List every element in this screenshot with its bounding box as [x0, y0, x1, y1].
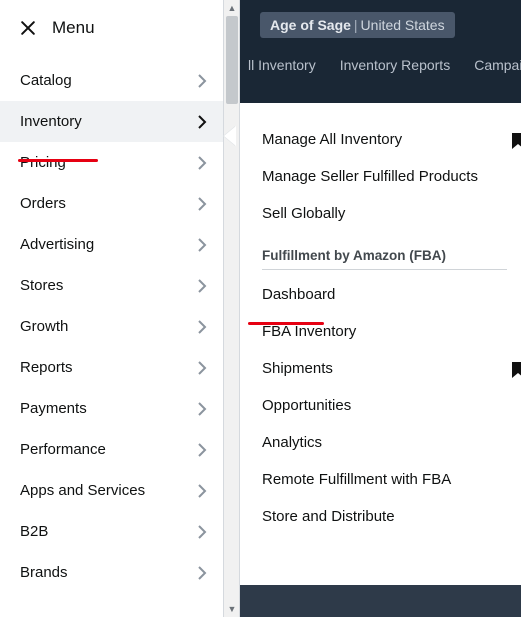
nav-item-label: Catalog: [20, 72, 72, 89]
nav-item-stores[interactable]: Stores: [0, 265, 223, 306]
header-tab[interactable]: ll Inventory: [248, 57, 316, 73]
submenu-item-remote-fulfillment[interactable]: Remote Fulfillment with FBA: [248, 461, 521, 498]
submenu-item-dashboard[interactable]: Dashboard: [248, 276, 521, 313]
submenu-item-label: Store and Distribute: [262, 508, 395, 525]
submenu-item-analytics[interactable]: Analytics: [248, 424, 521, 461]
annotation-underline: [18, 159, 98, 162]
submenu-item-manage-seller-fulfilled[interactable]: Manage Seller Fulfilled Products: [248, 158, 521, 195]
nav-item-label: B2B: [20, 523, 48, 540]
nav-item-label: Inventory: [20, 113, 82, 130]
header-tab[interactable]: Inventory Reports: [340, 57, 451, 73]
inventory-submenu: Manage All Inventory Manage Seller Fulfi…: [240, 103, 521, 583]
submenu-item-label: FBA Inventory: [262, 323, 356, 340]
nav-item-label: Growth: [20, 318, 68, 335]
nav-item-inventory[interactable]: Inventory: [0, 101, 223, 142]
left-scrollbar[interactable]: ▲ ▼: [224, 0, 240, 617]
submenu-item-fba-inventory[interactable]: FBA Inventory: [248, 313, 521, 350]
scroll-down-icon[interactable]: ▼: [224, 601, 240, 617]
menu-title: Menu: [52, 18, 95, 38]
nav-item-brands[interactable]: Brands: [0, 552, 223, 593]
chevron-right-icon: [197, 443, 207, 457]
main-menu-panel: Menu Catalog Inventory Pricing Orders Ad…: [0, 0, 224, 617]
submenu-item-label: Sell Globally: [262, 205, 345, 222]
chevron-right-icon: [197, 402, 207, 416]
submenu-item-opportunities[interactable]: Opportunities: [248, 387, 521, 424]
nav-item-reports[interactable]: Reports: [0, 347, 223, 388]
nav-item-label: Pricing: [20, 154, 66, 171]
nav-item-payments[interactable]: Payments: [0, 388, 223, 429]
bookmark-icon[interactable]: [511, 362, 521, 378]
submenu-item-label: Dashboard: [262, 286, 335, 303]
header-tab[interactable]: Campaign M: [474, 57, 521, 73]
close-icon[interactable]: [18, 18, 38, 38]
scroll-thumb[interactable]: [226, 16, 238, 104]
divider: [262, 269, 507, 270]
nav-item-label: Brands: [20, 564, 68, 581]
chevron-right-icon: [197, 197, 207, 211]
nav-item-label: Reports: [20, 359, 73, 376]
nav-item-label: Advertising: [20, 236, 94, 253]
nav-item-pricing[interactable]: Pricing: [0, 142, 223, 183]
submenu-item-sell-globally[interactable]: Sell Globally: [248, 195, 521, 232]
chevron-right-icon: [197, 361, 207, 375]
nav-item-label: Apps and Services: [20, 482, 145, 499]
main-nav: Catalog Inventory Pricing Orders Adverti…: [0, 54, 223, 593]
annotation-underline: [248, 322, 324, 325]
submenu-item-shipments[interactable]: Shipments: [248, 350, 521, 387]
chevron-right-icon: [197, 115, 207, 129]
nav-item-performance[interactable]: Performance: [0, 429, 223, 470]
footer-bar: [240, 585, 521, 617]
nav-item-apps-and-services[interactable]: Apps and Services: [0, 470, 223, 511]
submenu-item-label: Opportunities: [262, 397, 351, 414]
chevron-right-icon: [197, 484, 207, 498]
chevron-right-icon: [197, 320, 207, 334]
submenu-item-store-and-distribute[interactable]: Store and Distribute: [248, 498, 521, 535]
submenu-section-header: Fulfillment by Amazon (FBA): [248, 232, 521, 269]
nav-item-orders[interactable]: Orders: [0, 183, 223, 224]
submenu-item-label: Manage All Inventory: [262, 131, 402, 148]
submenu-item-label: Remote Fulfillment with FBA: [262, 471, 451, 488]
submenu-item-label: Manage Seller Fulfilled Products: [262, 168, 478, 185]
chevron-right-icon: [197, 279, 207, 293]
chevron-right-icon: [197, 74, 207, 88]
flyout-notch-icon: [224, 126, 236, 146]
nav-item-label: Stores: [20, 277, 63, 294]
header-tabs: ll Inventory Inventory Reports Campaign …: [240, 57, 521, 73]
chevron-right-icon: [197, 525, 207, 539]
chevron-right-icon: [197, 156, 207, 170]
scroll-up-icon[interactable]: ▲: [224, 0, 240, 16]
nav-item-growth[interactable]: Growth: [0, 306, 223, 347]
nav-item-label: Orders: [20, 195, 66, 212]
submenu-item-label: Shipments: [262, 360, 333, 377]
chevron-right-icon: [197, 566, 207, 580]
bookmark-icon[interactable]: [511, 133, 521, 149]
nav-item-label: Performance: [20, 441, 106, 458]
submenu-item-manage-all-inventory[interactable]: Manage All Inventory: [248, 121, 521, 158]
nav-item-label: Payments: [20, 400, 87, 417]
brand-badge[interactable]: Age of Sage|United States: [260, 12, 455, 38]
nav-item-catalog[interactable]: Catalog: [0, 60, 223, 101]
nav-item-advertising[interactable]: Advertising: [0, 224, 223, 265]
submenu-item-label: Analytics: [262, 434, 322, 451]
brand-name: Age of Sage: [270, 17, 351, 33]
brand-region: United States: [361, 17, 445, 33]
chevron-right-icon: [197, 238, 207, 252]
nav-item-b2b[interactable]: B2B: [0, 511, 223, 552]
menu-header[interactable]: Menu: [0, 0, 223, 54]
